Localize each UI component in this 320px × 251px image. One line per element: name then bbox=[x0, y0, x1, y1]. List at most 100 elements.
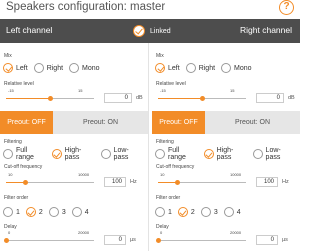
delay-unit-label: µs bbox=[130, 237, 136, 243]
radio-unchecked-icon[interactable] bbox=[71, 207, 82, 217]
delay-value-input[interactable]: 0 bbox=[104, 235, 126, 245]
level-value-input[interactable]: 0 bbox=[256, 93, 284, 103]
radio-unchecked-icon[interactable] bbox=[155, 207, 165, 217]
level-slider-fill bbox=[158, 98, 202, 99]
delay-unit-label: µs bbox=[282, 237, 288, 243]
order-option[interactable]: 1 bbox=[155, 207, 172, 217]
order-option-label: 4 bbox=[84, 208, 89, 216]
filtering-options: Full range High-pass Low-pass bbox=[3, 147, 148, 161]
help-icon[interactable]: ? bbox=[279, 0, 294, 15]
cutoff-slider-thumb[interactable] bbox=[22, 180, 28, 185]
mix-option[interactable]: Left bbox=[155, 63, 180, 73]
delay-min-label: 0 bbox=[160, 230, 163, 235]
delay-label: Delay bbox=[4, 224, 17, 230]
linked-toggle[interactable]: Linked bbox=[133, 24, 171, 38]
radio-checked-icon[interactable] bbox=[25, 207, 36, 217]
filtering-option[interactable]: High-pass bbox=[51, 147, 95, 161]
cutoff-value-input[interactable]: 100 bbox=[256, 177, 278, 187]
radio-checked-icon[interactable] bbox=[155, 63, 165, 73]
order-option[interactable]: 2 bbox=[25, 207, 43, 217]
radio-unchecked-icon[interactable] bbox=[200, 207, 211, 217]
order-option[interactable]: 2 bbox=[177, 207, 195, 217]
radio-checked-icon[interactable] bbox=[203, 149, 214, 159]
filtering-label: Filtering bbox=[156, 139, 174, 145]
delay-min-label: 0 bbox=[8, 230, 11, 235]
radio-unchecked-icon[interactable] bbox=[223, 207, 234, 217]
order-option[interactable]: 1 bbox=[3, 207, 20, 217]
filtering-option[interactable]: Full range bbox=[3, 147, 46, 161]
radio-unchecked-icon[interactable] bbox=[33, 63, 44, 73]
delay-value-input[interactable]: 0 bbox=[256, 235, 278, 245]
level-slider-thumb[interactable] bbox=[47, 96, 53, 101]
radio-checked-icon[interactable] bbox=[3, 63, 13, 73]
radio-unchecked-icon[interactable] bbox=[221, 63, 232, 73]
preout-off-button[interactable]: Preout: OFF bbox=[0, 111, 53, 134]
delay-max-label: 20000 bbox=[78, 230, 90, 235]
mix-option[interactable]: Left bbox=[3, 63, 28, 73]
cutoff-slider-thumb[interactable] bbox=[174, 180, 180, 185]
left-channel-panel: Mix Left Right Mono Relative level -15 15 0 dB Pr… bbox=[0, 43, 148, 251]
level-max-label: 15 bbox=[230, 88, 235, 93]
cutoff-min-label: 10 bbox=[8, 172, 13, 177]
cutoff-unit-label: Hz bbox=[282, 179, 289, 185]
radio-unchecked-icon[interactable] bbox=[3, 207, 13, 217]
preout-on-button[interactable]: Preout: ON bbox=[205, 111, 300, 134]
preout-on-button[interactable]: Preout: ON bbox=[53, 111, 148, 134]
radio-unchecked-icon[interactable] bbox=[252, 149, 263, 159]
radio-checked-icon[interactable] bbox=[51, 149, 62, 159]
level-slider-thumb[interactable] bbox=[199, 96, 205, 101]
radio-unchecked-icon[interactable] bbox=[69, 63, 80, 73]
title-bar: Speakers configuration: master ? bbox=[0, 0, 300, 19]
level-slider-fill bbox=[6, 98, 50, 99]
level-unit-label: dB bbox=[136, 95, 143, 101]
delay-slider-track[interactable] bbox=[6, 240, 94, 241]
order-option[interactable]: 3 bbox=[48, 207, 66, 217]
preout-off-button[interactable]: Preout: OFF bbox=[152, 111, 205, 134]
cutoff-max-label: 10000 bbox=[230, 172, 242, 177]
delay-slider-thumb[interactable] bbox=[155, 238, 161, 243]
filtering-option[interactable]: Low-pass bbox=[100, 147, 142, 161]
delay-slider-track[interactable] bbox=[158, 240, 246, 241]
level-value-input[interactable]: 0 bbox=[104, 93, 132, 103]
cutoff-max-label: 10000 bbox=[78, 172, 90, 177]
filtering-option[interactable]: High-pass bbox=[203, 147, 247, 161]
order-option[interactable]: 4 bbox=[71, 207, 89, 217]
order-option-label: 3 bbox=[213, 208, 218, 216]
order-option-label: 1 bbox=[16, 208, 20, 216]
filtering-option[interactable]: Low-pass bbox=[252, 147, 294, 161]
order-option-label: 4 bbox=[236, 208, 241, 216]
mix-option[interactable]: Mono bbox=[69, 63, 100, 73]
filtering-option-label: High-pass bbox=[64, 147, 82, 161]
mix-option[interactable]: Right bbox=[33, 63, 64, 73]
cutoff-unit-label: Hz bbox=[130, 179, 137, 185]
right-channel-panel: Mix Left Right Mono Relative level -15 15 0 dB Pr… bbox=[152, 43, 300, 251]
radio-checked-icon[interactable] bbox=[177, 207, 188, 217]
relative-level-label: Relative level bbox=[156, 81, 186, 87]
mix-option[interactable]: Right bbox=[185, 63, 216, 73]
mix-option-label: Right bbox=[198, 64, 216, 72]
radio-unchecked-icon[interactable] bbox=[3, 149, 13, 159]
relative-level-label: Relative level bbox=[4, 81, 34, 87]
radio-unchecked-icon[interactable] bbox=[48, 207, 59, 217]
filtering-option[interactable]: Full range bbox=[155, 147, 198, 161]
mix-option-label: Right bbox=[46, 64, 64, 72]
filtering-option-label: Low-pass bbox=[113, 147, 129, 161]
cutoff-frequency-label: Cut-off frequency bbox=[4, 164, 43, 170]
radio-unchecked-icon[interactable] bbox=[100, 149, 111, 159]
filtering-option-label: High-pass bbox=[216, 147, 234, 161]
left-channel-label: Left channel bbox=[6, 25, 53, 35]
delay-slider-thumb[interactable] bbox=[3, 238, 9, 243]
mix-options: Left Right Mono bbox=[155, 63, 258, 73]
cutoff-value-input[interactable]: 100 bbox=[104, 177, 126, 187]
order-option[interactable]: 4 bbox=[223, 207, 241, 217]
mix-option-label: Left bbox=[168, 64, 180, 72]
level-unit-label: dB bbox=[288, 95, 295, 101]
mix-option[interactable]: Mono bbox=[221, 63, 252, 73]
linked-checkbox[interactable] bbox=[133, 25, 145, 37]
radio-unchecked-icon[interactable] bbox=[155, 149, 165, 159]
mix-options: Left Right Mono bbox=[3, 63, 106, 73]
preout-toggle: Preout: OFF Preout: ON bbox=[152, 111, 300, 134]
radio-unchecked-icon[interactable] bbox=[185, 63, 196, 73]
cutoff-min-label: 10 bbox=[160, 172, 165, 177]
order-option[interactable]: 3 bbox=[200, 207, 218, 217]
